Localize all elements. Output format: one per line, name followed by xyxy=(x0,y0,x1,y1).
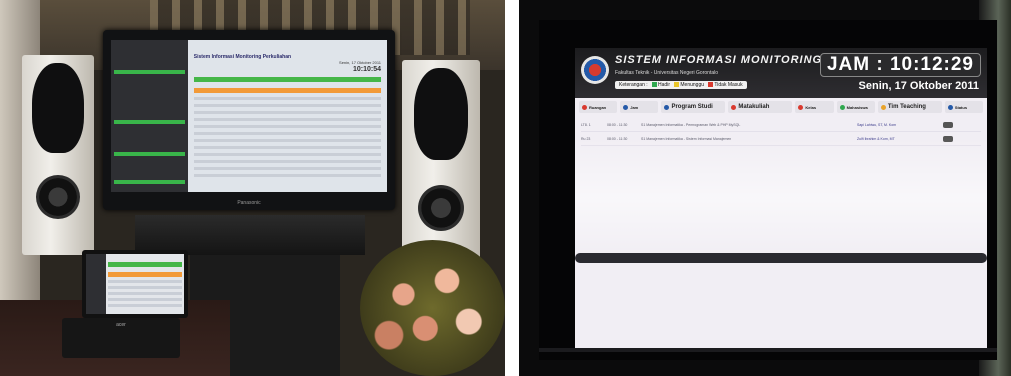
speaker-tweeter xyxy=(414,68,468,160)
speaker-left xyxy=(22,55,94,255)
tv-monitor: Sistem Informasi Monitoring Perkuliahan … xyxy=(103,30,395,210)
status-person-icon xyxy=(943,121,953,128)
legend-red-icon xyxy=(708,82,714,88)
students-icon xyxy=(839,104,845,110)
tv-screen: Sistem Informasi Monitoring Perkuliahan … xyxy=(111,40,387,192)
legend-item: Menunggu xyxy=(680,82,705,88)
tv-cabinet xyxy=(135,215,365,255)
legend-yellow-icon xyxy=(674,82,680,88)
status-icon xyxy=(947,104,953,110)
legend-green-icon xyxy=(652,82,658,88)
flower-arrangement xyxy=(360,240,505,376)
mini-sidebar xyxy=(111,40,189,192)
column-time: Jam xyxy=(620,101,659,113)
laptop-screen xyxy=(82,250,188,318)
university-logo-icon xyxy=(581,56,609,84)
footer-bar xyxy=(575,253,987,263)
monitor-bottom-edge xyxy=(539,348,997,352)
column-students: Mahasiswa xyxy=(836,101,875,113)
screen-glare xyxy=(575,138,987,258)
photo-monitor-display: SISTEM INFORMASI MONITORING PERKULIAHAN … xyxy=(519,0,1011,376)
table-row: LT8. 1 08:00 - 11:30 S1 Manajemen Inform… xyxy=(581,118,981,132)
clock-icon xyxy=(623,104,629,110)
legend-label: Keterangan : xyxy=(619,82,648,88)
tv-brand: Panasonic xyxy=(237,200,261,206)
laptop-brand: acer xyxy=(116,322,126,328)
tv-date: Senin, 17 Oktober 2011 xyxy=(339,60,381,65)
legend-item: Tidak Masuk xyxy=(714,82,743,88)
monitor-bezel: SISTEM INFORMASI MONITORING PERKULIAHAN … xyxy=(539,20,997,360)
app-header: SISTEM INFORMASI MONITORING PERKULIAHAN … xyxy=(575,48,987,98)
column-course: Matakuliah xyxy=(728,101,793,113)
teachers-icon xyxy=(880,104,886,110)
speaker-woofer xyxy=(418,185,464,231)
column-program: Program Studi xyxy=(661,101,726,113)
legend-item: Hadir xyxy=(658,82,670,88)
room-icon xyxy=(582,104,587,110)
program-icon xyxy=(664,104,670,110)
photo-tv-speakers-laptop: Sistem Informasi Monitoring Perkuliahan … xyxy=(0,0,505,376)
speaker-tweeter xyxy=(32,63,84,153)
column-room: Ruangan xyxy=(579,101,618,113)
date: Senin, 17 Oktober 2011 xyxy=(858,80,979,92)
status-legend: Keterangan : Hadir Menunggu Tidak Masuk xyxy=(615,81,747,89)
speaker-woofer xyxy=(36,175,80,219)
column-status: Status xyxy=(944,101,984,113)
column-teachers: Tim Teaching xyxy=(877,101,942,113)
class-icon xyxy=(798,104,804,110)
monitor-screen: SISTEM INFORMASI MONITORING PERKULIAHAN … xyxy=(575,48,987,348)
course-icon xyxy=(731,104,737,110)
clock: JAM : 10:12:29 xyxy=(819,53,981,77)
app-subtitle: Fakultas Teknik - Universitas Negeri Gor… xyxy=(615,70,719,76)
laptop-keyboard: acer xyxy=(62,318,180,358)
column-class: Kelas xyxy=(795,101,834,113)
tv-time: 10:10:54 xyxy=(352,66,381,73)
speaker-right xyxy=(402,60,480,260)
tv-title: Sistem Informasi Monitoring Perkuliahan xyxy=(193,54,292,60)
table-header: Ruangan Jam Program Studi Matakuliah Kel… xyxy=(579,101,984,113)
